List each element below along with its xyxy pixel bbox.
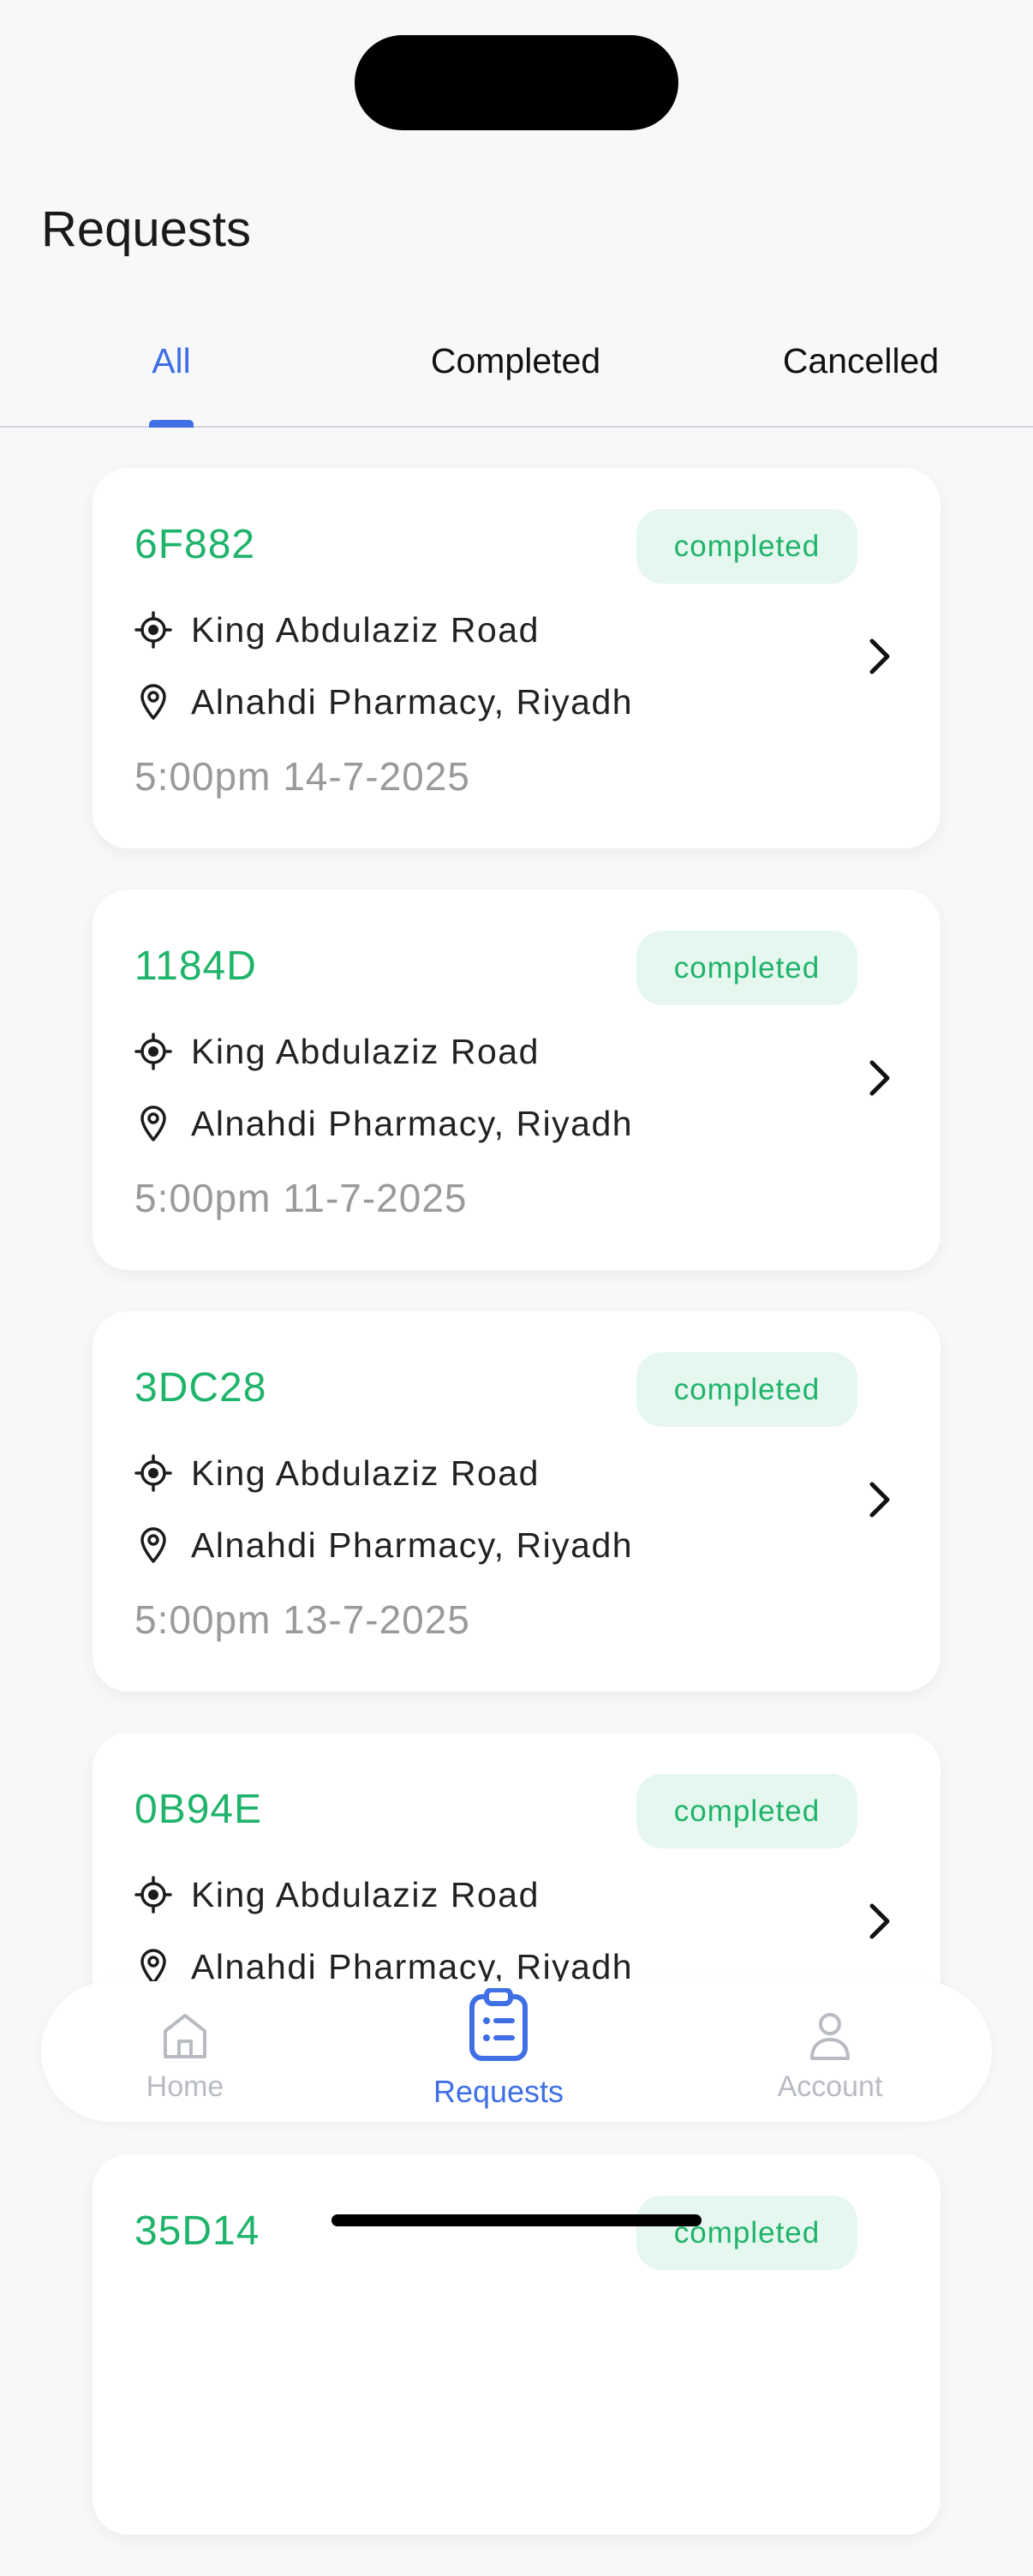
request-id: 3DC28 — [134, 1365, 267, 1411]
nav-account-label: Account — [777, 2070, 883, 2103]
dropoff-row: Alnahdi Pharmacy, Riyadh — [134, 681, 633, 722]
pickup-row: King Abdulaziz Road — [134, 1453, 540, 1494]
status-badge: completed — [636, 2196, 857, 2270]
request-card[interactable]: 1184D completed King Abdulaziz Road Alna… — [93, 890, 940, 1270]
map-pin-icon — [134, 1525, 172, 1566]
chevron-right-icon[interactable] — [862, 1474, 896, 1525]
request-id: 6F882 — [134, 522, 256, 567]
pickup-row: King Abdulaziz Road — [134, 609, 540, 650]
request-id: 0B94E — [134, 1787, 263, 1832]
pickup-location: King Abdulaziz Road — [191, 1874, 540, 1914]
dropoff-location: Alnahdi Pharmacy, Riyadh — [191, 681, 634, 722]
tab-completed[interactable]: Completed — [431, 341, 600, 381]
tab-cancelled[interactable]: Cancelled — [783, 341, 939, 381]
nav-home[interactable]: Home — [91, 1998, 279, 2104]
map-pin-icon — [134, 1103, 172, 1144]
dropoff-location: Alnahdi Pharmacy, Riyadh — [191, 1103, 634, 1143]
request-time: 5:00pm 13-7-2025 — [134, 1597, 470, 1642]
chevron-right-icon[interactable] — [862, 1896, 896, 1947]
filter-tabs: All Completed Cancelled — [0, 319, 1033, 428]
map-pin-icon — [134, 681, 172, 722]
status-badge: completed — [636, 1352, 857, 1427]
page-title: Requests — [41, 201, 252, 257]
user-icon — [736, 1998, 924, 2062]
dropoff-row: Alnahdi Pharmacy, Riyadh — [134, 1525, 633, 1566]
clipboard-list-icon — [404, 1988, 593, 2062]
pickup-location: King Abdulaziz Road — [191, 1031, 540, 1071]
active-tab-indicator — [149, 420, 194, 428]
request-card[interactable]: 3DC28 completed King Abdulaziz Road Alna… — [93, 1311, 940, 1692]
chevron-right-icon[interactable] — [862, 631, 896, 682]
nav-home-label: Home — [146, 2070, 224, 2103]
home-indicator — [331, 2214, 702, 2226]
chevron-right-icon[interactable] — [862, 1052, 896, 1104]
crosshair-icon — [134, 1453, 172, 1494]
pickup-row: King Abdulaziz Road — [134, 1874, 540, 1915]
request-id: 35D14 — [134, 2208, 260, 2254]
request-card[interactable]: 35D14 completed — [93, 2154, 940, 2535]
nav-account[interactable]: Account — [736, 1998, 924, 2104]
request-id: 1184D — [134, 944, 257, 989]
pickup-row: King Abdulaziz Road — [134, 1031, 540, 1072]
status-badge: completed — [636, 509, 857, 584]
status-badge: completed — [636, 1774, 857, 1848]
request-time: 5:00pm 14-7-2025 — [134, 754, 470, 799]
request-time: 5:00pm 11-7-2025 — [134, 1176, 468, 1220]
pickup-location: King Abdulaziz Road — [191, 1453, 540, 1493]
bottom-tab-bar: Home Requests Account — [41, 1981, 992, 2122]
crosshair-icon — [134, 609, 172, 650]
dynamic-island — [355, 35, 678, 130]
crosshair-icon — [134, 1874, 172, 1915]
nav-requests-label: Requests — [433, 2074, 564, 2109]
status-badge: completed — [636, 931, 857, 1005]
pickup-location: King Abdulaziz Road — [191, 609, 540, 650]
home-icon — [91, 1998, 279, 2062]
crosshair-icon — [134, 1031, 172, 1072]
nav-requests[interactable]: Requests — [404, 1988, 593, 2110]
tab-all[interactable]: All — [152, 341, 191, 381]
request-card[interactable]: 6F882 completed King Abdulaziz Road Alna… — [93, 468, 940, 848]
requests-list[interactable]: 6F882 completed King Abdulaziz Road Alna… — [93, 468, 940, 2576]
dropoff-row: Alnahdi Pharmacy, Riyadh — [134, 1103, 633, 1144]
dropoff-location: Alnahdi Pharmacy, Riyadh — [191, 1525, 634, 1565]
